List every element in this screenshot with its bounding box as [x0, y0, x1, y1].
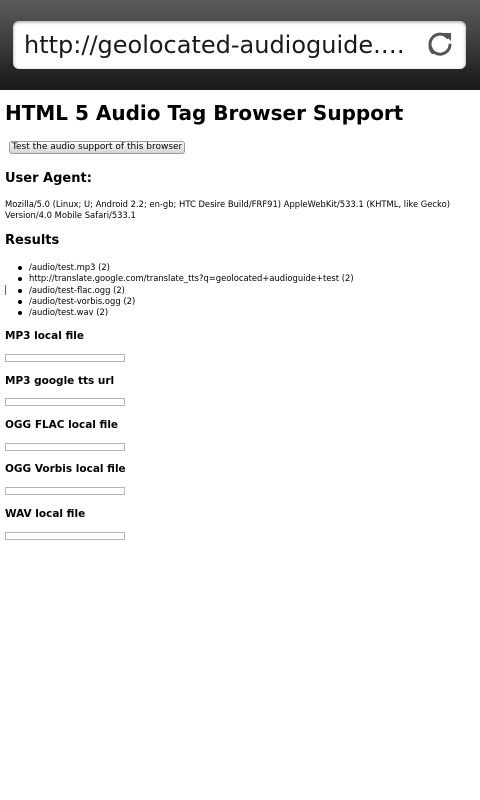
bullet: [18, 266, 22, 270]
browser-toolbar: http://geolocated-audioguide.herokuapp.c…: [0, 0, 480, 90]
result-count: (2): [341, 273, 354, 284]
results-list: /audio/test.mp3 (2) http://translate.goo…: [0, 262, 480, 318]
url-text[interactable]: http://geolocated-audioguide.herokuapp.c…: [24, 27, 419, 63]
results-heading: Results: [5, 233, 60, 248]
result-path: /audio/test-vorbis.ogg: [29, 295, 121, 306]
result-count: (2): [98, 262, 110, 272]
page-content: HTML 5 Audio Tag Browser Support Test th…: [0, 90, 480, 800]
list-item: /audio/test.mp3 (2): [0, 262, 480, 273]
ogg-vorbis-audio-player[interactable]: [5, 487, 125, 495]
url-field[interactable]: http://geolocated-audioguide.herokuapp.c…: [13, 21, 466, 69]
list-item: /audio/test.wav (2): [0, 307, 480, 318]
test-audio-button[interactable]: Test the audio support of this browser: [9, 141, 186, 154]
bullet: [18, 277, 22, 282]
ogg-vorbis-label: OGG Vorbis local file: [5, 463, 126, 475]
bullet: [18, 288, 22, 293]
reload-icon[interactable]: [425, 30, 455, 60]
list-item: /audio/test-vorbis.ogg (2): [0, 296, 480, 307]
ogg-flac-label: OGG FLAC local file: [5, 419, 119, 431]
list-item: /audio/test-flac.ogg (2): [0, 285, 480, 296]
mp3-local-label: MP3 local file: [5, 330, 84, 342]
ogg-flac-audio-player[interactable]: [5, 443, 125, 451]
mp3-tts-label: MP3 google tts url: [5, 375, 115, 387]
result-count: (2): [123, 295, 136, 306]
list-item: http://translate.google.com/translate_tt…: [0, 273, 480, 284]
bullet: [18, 299, 22, 304]
result-path: /audio/test-flac.ogg: [29, 284, 111, 295]
page-title: HTML 5 Audio Tag Browser Support: [5, 101, 404, 125]
result-path: /audio/test.wav: [29, 307, 94, 318]
result-count: (2): [113, 284, 125, 295]
wav-local-label: WAV local file: [5, 508, 86, 520]
user-agent-text: Mozilla/5.0 (Linux; U; Android 2.2; en-g…: [5, 199, 450, 220]
result-path: http://translate.google.com/translate_tt…: [29, 273, 340, 284]
mp3-local-audio-player[interactable]: [5, 354, 125, 362]
mp3-tts-audio-player[interactable]: [5, 398, 125, 406]
user-agent-heading: User Agent:: [5, 171, 92, 186]
bullet: [18, 311, 22, 316]
wav-local-audio-player[interactable]: [5, 532, 125, 540]
result-path: /audio/test.mp3: [29, 262, 96, 272]
result-count: (2): [96, 307, 109, 318]
